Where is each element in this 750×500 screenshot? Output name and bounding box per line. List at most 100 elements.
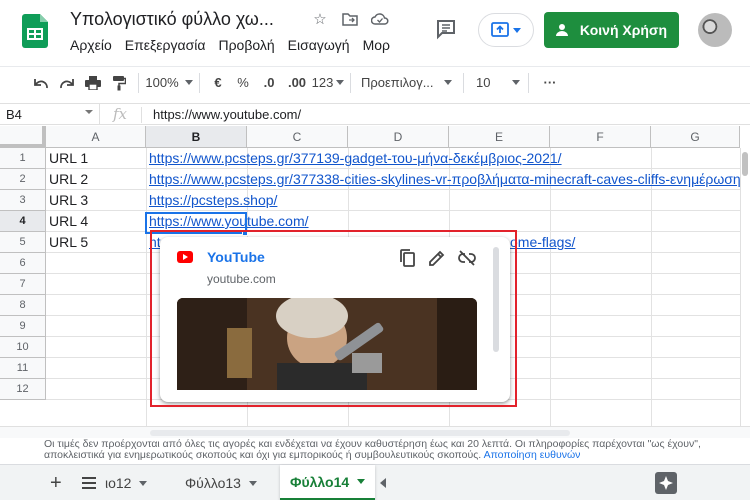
finance-disclaimer: Οι τιμές δεν προέρχονται από όλες τις αγ… — [44, 439, 734, 461]
chevron-left-icon — [380, 478, 386, 488]
share-button[interactable]: Κοινή Χρήση — [544, 12, 679, 48]
star-icon[interactable]: ☆ — [310, 9, 330, 29]
name-box[interactable]: B4 — [0, 104, 100, 125]
decrease-decimal-button[interactable]: .0 — [256, 69, 282, 97]
cell-a3[interactable]: URL 3 — [46, 190, 146, 211]
font-value: Προεπιλογ... — [361, 75, 434, 90]
row-header-7[interactable]: 7 — [0, 274, 46, 295]
avatar[interactable] — [698, 13, 732, 47]
fx-icon: fx — [113, 105, 128, 123]
more-options-button[interactable]: ··· — [535, 69, 565, 97]
toolbar-divider — [463, 72, 464, 93]
row-header-9[interactable]: 9 — [0, 316, 46, 337]
paint-format-icon[interactable] — [106, 69, 132, 97]
row-header-2[interactable]: 2 — [0, 169, 46, 190]
vertical-scrollbar-thumb[interactable] — [742, 152, 748, 176]
column-header-a[interactable]: A — [46, 126, 146, 148]
menu-file[interactable]: Αρχείο — [70, 37, 112, 53]
cell-a5[interactable]: URL 5 — [46, 232, 146, 253]
menu-view[interactable]: Προβολή — [218, 37, 274, 53]
cell-reference: B4 — [6, 107, 22, 122]
column-header-d[interactable]: D — [348, 126, 449, 148]
comment-history-icon[interactable] — [434, 17, 458, 41]
chevron-down-icon — [248, 480, 257, 486]
explore-icon — [659, 476, 673, 490]
percent-format-button[interactable]: % — [230, 69, 256, 97]
horizontal-scrollbar[interactable] — [0, 426, 750, 438]
vertical-scrollbar[interactable] — [740, 148, 750, 426]
add-sheet-button[interactable]: + — [40, 465, 72, 500]
row-header-8[interactable]: 8 — [0, 295, 46, 316]
zoom-select[interactable]: 100% — [145, 69, 193, 97]
present-button[interactable] — [478, 13, 534, 47]
chevron-down-icon — [513, 27, 521, 33]
menu-format[interactable]: Μορ — [363, 37, 390, 53]
cloud-status-icon[interactable] — [370, 9, 390, 29]
currency-format-button[interactable]: € — [206, 69, 230, 97]
cell-b3[interactable]: https://pcsteps.shop/ — [146, 190, 446, 211]
cell-a2[interactable]: URL 2 — [46, 169, 146, 190]
increase-decimal-button[interactable]: .00 — [282, 69, 312, 97]
explore-button[interactable] — [655, 472, 677, 494]
more-formats-select[interactable]: 123 — [311, 69, 345, 97]
toolbar-divider — [350, 72, 351, 93]
sheet-tab-label: Φύλλο14 — [290, 473, 350, 490]
chevron-down-icon — [139, 480, 148, 486]
sheet-tab-13[interactable]: Φύλλο13 — [175, 465, 267, 500]
cell-b5-tail[interactable]: ome-flags/ — [507, 232, 627, 253]
row-header-12[interactable]: 12 — [0, 379, 46, 400]
font-size-select[interactable]: 10 — [470, 69, 522, 97]
menu-insert[interactable]: Εισαγωγή — [288, 37, 350, 53]
chevron-down-icon — [85, 110, 93, 114]
row-header-4[interactable]: 4 — [0, 211, 46, 232]
menu-icon — [82, 477, 96, 489]
row-header-5[interactable]: 5 — [0, 232, 46, 253]
toolbar: 100% € % .0 .00 123 Προεπιλογ... 10 ··· — [0, 66, 750, 98]
column-header-c[interactable]: C — [247, 126, 348, 148]
move-to-folder-icon[interactable] — [340, 9, 360, 29]
row-header-10[interactable]: 10 — [0, 337, 46, 358]
more-formats-label: 123 — [311, 75, 334, 90]
select-all-corner[interactable] — [0, 126, 46, 148]
toolbar-divider — [528, 72, 529, 93]
menu-edit[interactable]: Επεξεργασία — [125, 37, 206, 53]
column-header-f[interactable]: F — [550, 126, 651, 148]
redo-icon[interactable] — [54, 69, 80, 97]
disclaimer-link[interactable]: Αποποίηση ευθυνών — [484, 449, 581, 461]
share-button-label: Κοινή Χρήση — [579, 22, 668, 38]
row-header-11[interactable]: 11 — [0, 358, 46, 379]
sheet-tab-14[interactable]: Φύλλο14 — [280, 465, 376, 500]
row-header-6[interactable]: 6 — [0, 253, 46, 274]
formula-divider — [141, 107, 142, 123]
scroll-tabs-left[interactable] — [370, 465, 398, 500]
chevron-down-icon — [184, 80, 193, 85]
title-actions: ☆ — [310, 9, 390, 29]
font-select[interactable]: Προεπιλογ... — [357, 69, 457, 97]
row-header-3[interactable]: 3 — [0, 190, 46, 211]
undo-icon[interactable] — [28, 69, 54, 97]
column-header-b[interactable]: B — [146, 126, 247, 148]
chevron-down-icon — [512, 80, 521, 85]
cell-a4[interactable]: URL 4 — [46, 211, 146, 232]
cell-b1[interactable]: https://www.pcsteps.gr/377139-gadget-του… — [146, 148, 740, 169]
sheet-tab-label: Φύλλο13 — [185, 475, 241, 491]
formula-input[interactable]: https://www.youtube.com/ — [153, 107, 301, 122]
sheet-tab-12[interactable]: ιο12 — [95, 465, 157, 500]
highlight-frame — [150, 230, 517, 407]
cell-b2[interactable]: https://www.pcsteps.gr/377338-cities-sky… — [146, 169, 740, 190]
column-header-e[interactable]: E — [449, 126, 550, 148]
font-size-value: 10 — [476, 75, 491, 90]
zoom-value: 100% — [145, 75, 179, 90]
chevron-down-icon — [336, 80, 345, 85]
sheet-tabs-bar: + ιο12 Φύλλο13 Φύλλο14 — [0, 464, 750, 500]
horizontal-scrollbar-thumb[interactable] — [150, 430, 570, 436]
chevron-down-icon — [443, 80, 452, 85]
print-icon[interactable] — [80, 69, 106, 97]
app-header: Υπολογιστικό φύλλο χω... ☆ Αρχείο Επεξερ… — [0, 0, 750, 62]
present-icon — [491, 22, 509, 37]
cell-a1[interactable]: URL 1 — [46, 148, 146, 169]
sheets-logo-icon[interactable] — [22, 14, 48, 48]
row-header-1[interactable]: 1 — [0, 148, 46, 169]
column-header-g[interactable]: G — [651, 126, 740, 148]
document-title[interactable]: Υπολογιστικό φύλλο χω... — [70, 9, 300, 30]
